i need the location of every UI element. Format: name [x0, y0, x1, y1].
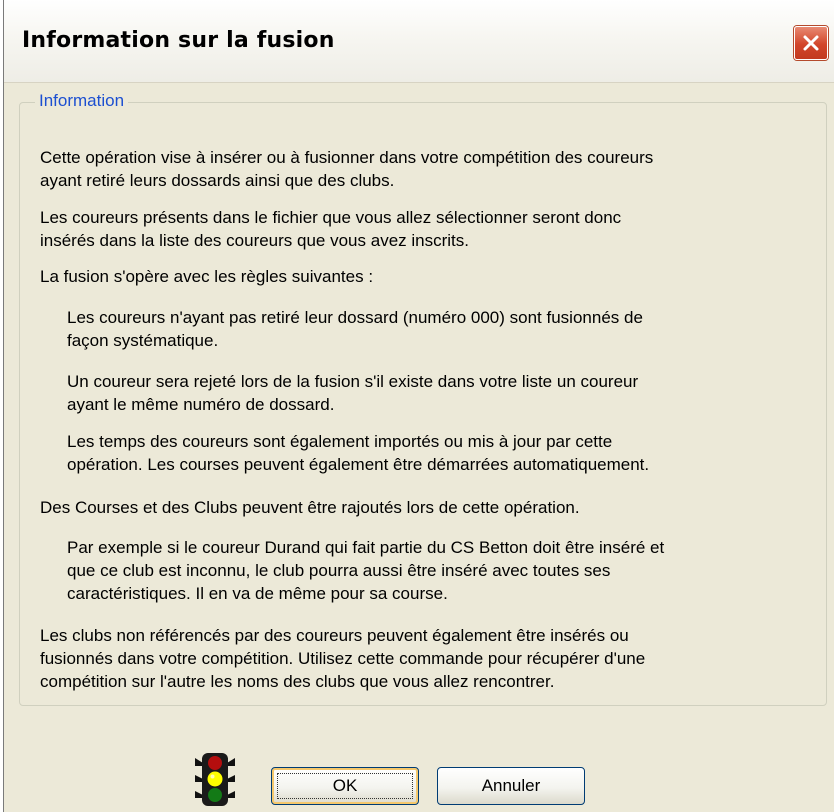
paragraph-intro: Cette opération vise à insérer ou à fusi…: [40, 148, 654, 190]
ok-button[interactable]: OK: [271, 767, 419, 805]
example-paragraph: Par exemple si le coureur Durand qui fai…: [67, 538, 665, 603]
dialog-title: Information sur la fusion: [22, 28, 335, 53]
title-bar[interactable]: Information sur la fusion: [4, 0, 834, 83]
cancel-button[interactable]: Annuler: [437, 767, 585, 805]
close-icon: [801, 33, 821, 53]
rule-item: Les temps des coureurs sont également im…: [67, 432, 650, 474]
close-button[interactable]: [794, 26, 828, 60]
paragraph-courses-clubs: Des Courses et des Clubs peuvent être ra…: [40, 498, 580, 517]
traffic-light-icon: [191, 752, 239, 807]
rule-item: Un coureur sera rejeté lors de la fusion…: [67, 372, 639, 414]
paragraph-clubs-note: Les clubs non référencés par des coureur…: [40, 626, 646, 691]
focus-rectangle: [277, 773, 413, 799]
paragraph-selection: Les coureurs présents dans le fichier qu…: [40, 208, 622, 250]
cancel-button-label: Annuler: [481, 776, 541, 795]
dialog-window: Information sur la fusion Information Ce…: [3, 0, 834, 812]
rule-item: Les coureurs n'ayant pas retiré leur dos…: [67, 308, 643, 350]
groupbox-legend: Information: [35, 91, 129, 111]
paragraph-rules-heading: La fusion s'opère avec les règles suivan…: [40, 267, 374, 286]
